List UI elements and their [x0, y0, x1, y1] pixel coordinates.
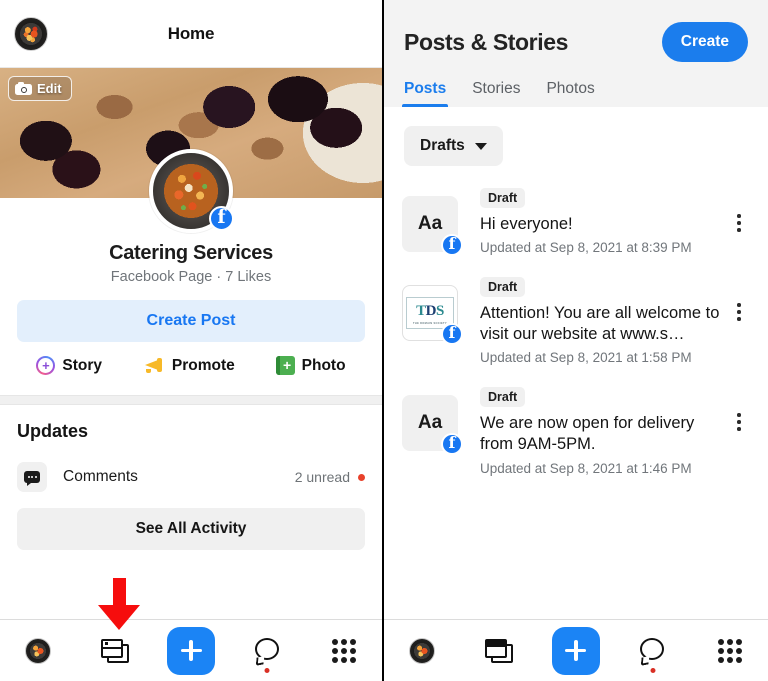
- comments-label: Comments: [63, 468, 138, 485]
- nav-messages[interactable]: [614, 620, 691, 681]
- post-text: We are now open for delivery from 9AM-5P…: [480, 414, 695, 454]
- right-panel-posts-stories: Posts & Stories Create Posts Stories Pho…: [384, 0, 768, 681]
- page-meta: Facebook Page · 7 Likes: [110, 269, 272, 285]
- quick-action-photo[interactable]: Photo: [275, 356, 346, 375]
- post-timestamp: Updated at Sep 8, 2021 at 1:46 PM: [480, 460, 692, 476]
- edit-cover-label: Edit: [37, 81, 62, 96]
- left-panel-page-home: Home Edit f Catering Services Facebook P…: [0, 0, 384, 681]
- messenger-chat-icon: [254, 638, 281, 667]
- right-bottom-nav: [384, 619, 768, 681]
- nav-notification-dot-icon: [650, 668, 656, 673]
- nav-profile[interactable]: [384, 620, 461, 681]
- unread-count: 2 unread: [294, 469, 350, 485]
- grid-menu-icon: [331, 638, 356, 663]
- drafts-filter-label: Drafts: [420, 137, 465, 154]
- nav-notification-dot-icon: [264, 668, 270, 673]
- nav-pages[interactable]: [461, 620, 538, 681]
- post-list: Aa f Draft Hi everyone! Updated at Sep 8…: [384, 166, 768, 486]
- pages-icon: [100, 638, 129, 663]
- posts-stories-title: Posts & Stories: [404, 28, 568, 55]
- facebook-badge-icon: f: [441, 433, 463, 456]
- kebab-menu-icon[interactable]: [726, 186, 752, 232]
- tds-letter-d: D: [425, 303, 437, 320]
- status-badge: Draft: [480, 387, 526, 408]
- left-top-bar: Home: [0, 0, 382, 68]
- post-thumbnail-container: TDS THE DOMAIN SOCIETY f: [402, 285, 463, 346]
- tds-subtext: THE DOMAIN SOCIETY: [413, 322, 447, 326]
- pages-icon-filled: [485, 638, 514, 663]
- post-timestamp: Updated at Sep 8, 2021 at 1:58 PM: [480, 350, 692, 366]
- nav-create[interactable]: [153, 620, 229, 681]
- tab-bar: Posts Stories Photos: [401, 80, 748, 107]
- facebook-badge-icon: f: [441, 323, 463, 346]
- profile-avatar-nav-icon: [25, 637, 52, 664]
- tab-stories[interactable]: Stories: [472, 80, 520, 107]
- post-list-item[interactable]: Aa f Draft Hi everyone! Updated at Sep 8…: [384, 176, 768, 265]
- quick-action-photo-label: Photo: [301, 356, 346, 374]
- profile-avatar-icon[interactable]: [14, 17, 48, 51]
- see-all-activity-button[interactable]: See All Activity: [17, 508, 365, 550]
- profile-avatar-nav-icon: [409, 637, 436, 664]
- create-button[interactable]: Create: [661, 22, 748, 62]
- nav-menu[interactable]: [691, 620, 768, 681]
- facebook-badge-icon: f: [209, 206, 234, 231]
- quick-action-story-label: Story: [62, 356, 103, 374]
- nav-profile[interactable]: [0, 620, 76, 681]
- post-timestamp: Updated at Sep 8, 2021 at 8:39 PM: [480, 240, 692, 256]
- tds-letter-t: T: [416, 303, 426, 320]
- plus-create-icon[interactable]: [167, 626, 216, 675]
- camera-icon: [15, 82, 32, 95]
- grid-menu-icon: [717, 638, 742, 663]
- posts-stories-header: Posts & Stories Create Posts Stories Pho…: [384, 0, 768, 107]
- split-screenshot: Home Edit f Catering Services Facebook P…: [0, 0, 768, 681]
- create-post-button[interactable]: Create Post: [17, 300, 365, 342]
- page-name: Catering Services: [109, 242, 273, 264]
- post-body: Draft Attention! You are all welcome to …: [480, 275, 726, 365]
- facebook-badge-icon: f: [441, 234, 463, 256]
- updates-heading: Updates: [17, 421, 89, 441]
- red-down-arrow-annotation: [98, 578, 142, 630]
- post-body: Draft We are now open for delivery from …: [480, 385, 726, 476]
- filter-row: Drafts: [384, 107, 768, 166]
- post-list-item[interactable]: TDS THE DOMAIN SOCIETY f Draft Attention…: [384, 265, 768, 375]
- messenger-chat-icon: [639, 638, 666, 667]
- chevron-down-icon: [474, 142, 487, 150]
- status-badge: Draft: [480, 188, 526, 208]
- comments-row[interactable]: Comments 2 unread: [17, 462, 365, 492]
- kebab-menu-icon[interactable]: [726, 385, 752, 431]
- status-badge: Draft: [480, 277, 526, 298]
- quick-action-promote[interactable]: Promote: [143, 356, 235, 375]
- post-thumbnail-container: Aa f: [402, 395, 463, 456]
- photo-plus-icon: [275, 356, 295, 375]
- post-list-item[interactable]: Aa f Draft We are now open for delivery …: [384, 375, 768, 485]
- comment-bubble-icon: [17, 462, 47, 492]
- post-body: Draft Hi everyone! Updated at Sep 8, 202…: [480, 186, 726, 255]
- nav-menu[interactable]: [306, 620, 382, 681]
- kebab-menu-icon[interactable]: [726, 275, 752, 321]
- quick-actions-row: Story Promote Photo: [16, 356, 366, 375]
- updates-section: Updates Comments 2 unread See All Activi…: [0, 405, 382, 550]
- story-plus-icon: [36, 356, 56, 375]
- quick-action-story[interactable]: Story: [36, 356, 102, 375]
- post-thumbnail-container: Aa f: [402, 196, 463, 256]
- quick-action-promote-label: Promote: [171, 356, 235, 374]
- tab-photos[interactable]: Photos: [546, 80, 594, 107]
- megaphone-icon: [143, 356, 165, 375]
- section-divider: [0, 395, 382, 405]
- post-text: Attention! You are all welcome to visit …: [480, 304, 720, 344]
- left-bottom-nav: [0, 619, 382, 681]
- drafts-filter-dropdown[interactable]: Drafts: [404, 126, 503, 166]
- page-title: Home: [167, 23, 215, 43]
- header-row: Posts & Stories Create: [404, 22, 748, 62]
- plus-create-icon[interactable]: [551, 626, 600, 675]
- tab-posts[interactable]: Posts: [401, 80, 449, 107]
- profile-picture-container[interactable]: f: [149, 149, 234, 233]
- edit-cover-button[interactable]: Edit: [8, 76, 72, 101]
- nav-create[interactable]: [538, 620, 615, 681]
- nav-messages[interactable]: [229, 620, 305, 681]
- tds-letter-s: S: [436, 303, 444, 320]
- comments-status: 2 unread: [295, 469, 365, 485]
- post-text: Hi everyone!: [480, 215, 573, 233]
- unread-dot-icon: [358, 473, 365, 481]
